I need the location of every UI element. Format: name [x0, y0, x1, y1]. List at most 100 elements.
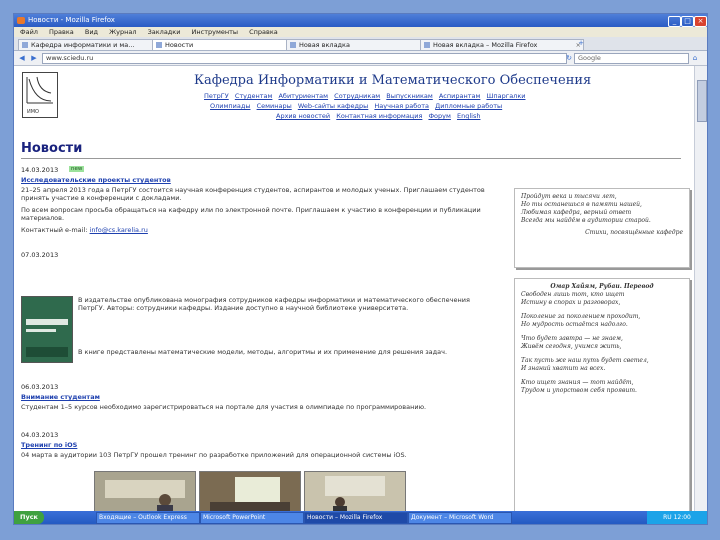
poem-line: Трудом и упорством себя проявит.	[521, 387, 637, 394]
new-tab-icon[interactable]: +	[576, 38, 586, 48]
news-headline[interactable]: Внимание студентам	[21, 393, 100, 401]
news-text: В книге представлены математические моде…	[78, 348, 448, 356]
poem-line: Любимая кафедра, верный ответ	[521, 209, 632, 216]
poem-line: Свободен лишь тот, кто ищет	[521, 291, 625, 298]
minimize-button[interactable]: _	[668, 16, 681, 27]
poem-line: И знаний хватит на всех.	[521, 365, 606, 372]
scrollbar-thumb[interactable]	[697, 80, 707, 122]
department-logo: ИМО	[22, 72, 58, 118]
news-text: 04 марта в аудитории 103 ПетрГУ прошел т…	[21, 451, 407, 459]
site-nav-link[interactable]: Абитуриентам	[278, 92, 328, 100]
page-title: Новости	[21, 141, 83, 156]
site-nav-link[interactable]: Форум	[428, 112, 450, 120]
site-nav-row-2: Олимпиады Семинары Web-сайты кафедры Нау…	[210, 102, 506, 110]
site-title: Кафедра Информатики и Математического Об…	[194, 73, 592, 88]
menu-history[interactable]: Журнал	[109, 28, 136, 36]
close-button[interactable]: ×	[694, 16, 707, 27]
maximize-button[interactable]: □	[681, 16, 694, 27]
firefox-icon	[17, 17, 25, 24]
email-link[interactable]: info@cs.karelia.ru	[90, 226, 148, 234]
menu-bookmarks[interactable]: Закладки	[148, 28, 181, 36]
menu-bar: Файл Правка Вид Журнал Закладки Инструме…	[14, 27, 707, 37]
poem-line: Стихи, посвящённые кафедре	[585, 229, 683, 236]
navigation-bar: ◀ ▶ www.sciedu.ru ↻ Google ⌂	[14, 51, 707, 66]
menu-tools[interactable]: Инструменты	[192, 28, 239, 36]
site-nav-link[interactable]: Научная работа	[374, 102, 429, 110]
window-titlebar: Новости - Mozilla Firefox _ □ ×	[14, 14, 707, 27]
screenshot-frame: Новости - Mozilla Firefox _ □ × Файл Пра…	[13, 13, 708, 525]
taskbar: Пуск Входящие – Outlook Express Microsof…	[14, 511, 707, 524]
poem-line: Так пусть же наш путь будет светел,	[521, 357, 649, 364]
poem-line: Но мудрость остаётся надолго.	[521, 321, 628, 328]
site-nav-link[interactable]: Дипломные работы	[435, 102, 502, 110]
taskbar-button[interactable]: Новости – Mozilla Firefox	[304, 512, 408, 524]
forward-arrow-icon[interactable]: ▶	[29, 53, 39, 63]
event-photo[interactable]	[199, 471, 301, 513]
event-photo[interactable]	[94, 471, 196, 513]
taskbar-button[interactable]: Документ – Microsoft Word	[408, 512, 512, 524]
news-headline[interactable]: Исследовательские проекты студентов	[21, 176, 171, 184]
news-headline[interactable]: Тренинг по iOS	[21, 441, 77, 449]
site-nav-link[interactable]: Семинары	[257, 102, 292, 110]
poem-line: Кто ищет знания — тот найдёт,	[521, 379, 634, 386]
url-input[interactable]: www.sciedu.ru	[42, 53, 567, 64]
tab-label: Новости	[165, 41, 194, 49]
site-nav-link[interactable]: ПетрГУ	[204, 92, 229, 100]
page-content: ИМО Кафедра Информатики и Математическог…	[14, 66, 707, 513]
poem-line: Что будет завтра — не знаем,	[521, 335, 623, 342]
menu-file[interactable]: Файл	[20, 28, 38, 36]
site-nav-link[interactable]: Web-сайты кафедры	[298, 102, 369, 110]
favicon-icon	[156, 42, 162, 48]
divider	[21, 158, 681, 159]
event-photo[interactable]	[304, 471, 406, 513]
search-input[interactable]: Google	[574, 53, 689, 64]
poem-quote-box: Омар Хайям, Рубаи. Перевод Свободен лишь…	[514, 278, 690, 513]
poem-line: Пройдут века и тысячи лет,	[521, 193, 617, 200]
news-text: Студентам 1–5 курсов необходимо зарегист…	[21, 403, 427, 411]
tab-news[interactable]: Новости ×	[152, 39, 294, 50]
favicon-icon	[290, 42, 296, 48]
site-nav-link[interactable]: Студентам	[235, 92, 273, 100]
poem-line: Поколение за поколением проходит,	[521, 313, 641, 320]
taskbar-button[interactable]: Входящие – Outlook Express	[96, 512, 200, 524]
news-text: В издательстве опубликована монография с…	[78, 296, 470, 312]
home-icon[interactable]: ⌂	[690, 53, 700, 63]
tab-bar: Кафедра информатики и ма... × Новости × …	[14, 37, 707, 51]
vertical-scrollbar[interactable]	[694, 66, 707, 513]
menu-view[interactable]: Вид	[85, 28, 98, 36]
taskbar-button[interactable]: Microsoft PowerPoint	[200, 512, 304, 524]
menu-help[interactable]: Справка	[249, 28, 278, 36]
news-text: По всем вопросам просьба обращаться на к…	[21, 206, 481, 222]
tab-kafedra[interactable]: Кафедра информатики и ма... ×	[18, 39, 160, 50]
poem-line: Но ты останешься в памяти нашей,	[521, 201, 642, 208]
site-nav-link[interactable]: Олимпиады	[210, 102, 250, 110]
favicon-icon	[424, 42, 430, 48]
news-date: 06.03.2013	[21, 383, 59, 391]
site-nav-link[interactable]: English	[457, 112, 480, 120]
site-nav-link[interactable]: Выпускникам	[386, 92, 432, 100]
favicon-icon	[22, 42, 28, 48]
tab-label: Новая вкладка	[299, 41, 350, 49]
book-cover-image[interactable]	[21, 296, 73, 363]
news-contact: Контактный e-mail: info@cs.karelia.ru	[21, 226, 501, 234]
reload-icon[interactable]: ↻	[564, 53, 574, 63]
tab-label: Новая вкладка – Mozilla Firefox	[433, 41, 538, 49]
start-button[interactable]: Пуск	[14, 511, 44, 524]
site-nav-row-3: Архив новостей Контактная информация Фор…	[276, 112, 484, 120]
tab-new[interactable]: Новая вкладка ×	[286, 39, 428, 50]
back-arrow-icon[interactable]: ◀	[17, 53, 27, 63]
news-date: 07.03.2013	[21, 251, 59, 259]
tab-firefox[interactable]: Новая вкладка – Mozilla Firefox ×	[420, 39, 584, 50]
news-date: 14.03.2013	[21, 166, 59, 174]
site-nav-link[interactable]: Сотрудникам	[334, 92, 380, 100]
poem-quote-box: Пройдут века и тысячи лет, Но ты останеш…	[514, 188, 690, 268]
site-nav-link[interactable]: Аспирантам	[439, 92, 481, 100]
poem-line: Всегда мы найдём в аудитории старой.	[521, 217, 651, 224]
site-nav-link[interactable]: Контактная информация	[336, 112, 422, 120]
menu-edit[interactable]: Правка	[49, 28, 74, 36]
news-text: 21–25 апреля 2013 года в ПетрГУ состоитс…	[21, 186, 485, 202]
poem-title: Омар Хайям, Рубаи. Перевод	[550, 283, 654, 290]
site-nav-link[interactable]: Шпаргалки	[486, 92, 525, 100]
new-badge: new	[69, 166, 85, 172]
site-nav-link[interactable]: Архив новостей	[276, 112, 330, 120]
